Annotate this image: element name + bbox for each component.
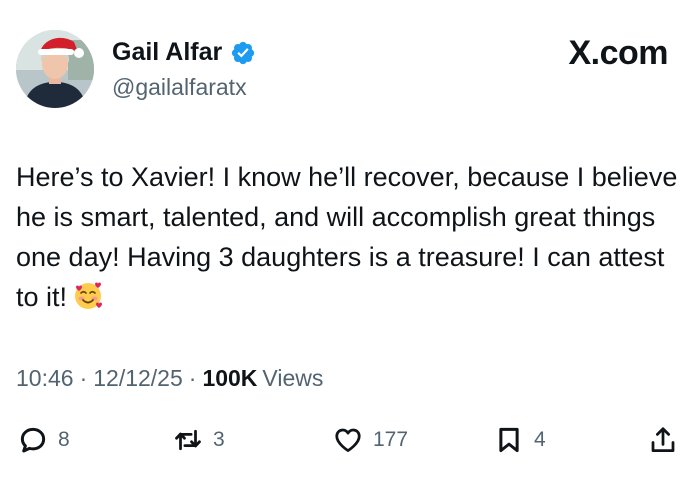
repost-count: 3	[213, 428, 225, 451]
reply-icon	[20, 427, 46, 453]
bookmark-count: 4	[534, 428, 546, 451]
verified-badge-icon	[230, 40, 256, 66]
author-handle[interactable]: @gailalfaratx	[112, 74, 247, 101]
views-count: 100K	[202, 365, 258, 391]
bookmark-button[interactable]: 4	[494, 420, 546, 460]
share-icon	[651, 427, 675, 452]
share-button[interactable]	[648, 420, 678, 460]
reply-button[interactable]: 8	[18, 420, 70, 460]
meta-separator: ·	[188, 365, 197, 391]
heart-icon	[335, 428, 361, 452]
tweet-meta: 10:46 · 12/12/25 · 100K Views	[16, 365, 323, 392]
tweet-text: Here’s to Xavier! I know he’ll recover, …	[16, 157, 688, 317]
meta-separator: ·	[79, 365, 88, 391]
repost-button[interactable]: 3	[173, 420, 225, 460]
repost-icon	[175, 429, 201, 451]
tweet-body: Here’s to Xavier! I know he’ll recover, …	[16, 162, 678, 312]
smiling-face-with-hearts-emoji-icon	[73, 281, 103, 311]
tweet-date[interactable]: 12/12/25	[93, 365, 183, 392]
bookmark-icon	[499, 427, 519, 453]
tweet-card: Gail Alfar @gailalfaratx X.com Here’s to…	[0, 0, 700, 485]
reply-count: 8	[58, 428, 70, 451]
author-name-row[interactable]: Gail Alfar	[112, 38, 256, 67]
like-count: 177	[373, 428, 409, 451]
views-label: Views	[262, 365, 324, 391]
brand-logo: X.com	[568, 34, 668, 72]
avatar[interactable]	[16, 30, 94, 108]
action-bar: 8 3 177 4	[0, 420, 700, 460]
tweet-time[interactable]: 10:46	[16, 365, 74, 392]
display-name[interactable]: Gail Alfar	[112, 38, 222, 67]
like-button[interactable]: 177	[333, 420, 408, 460]
